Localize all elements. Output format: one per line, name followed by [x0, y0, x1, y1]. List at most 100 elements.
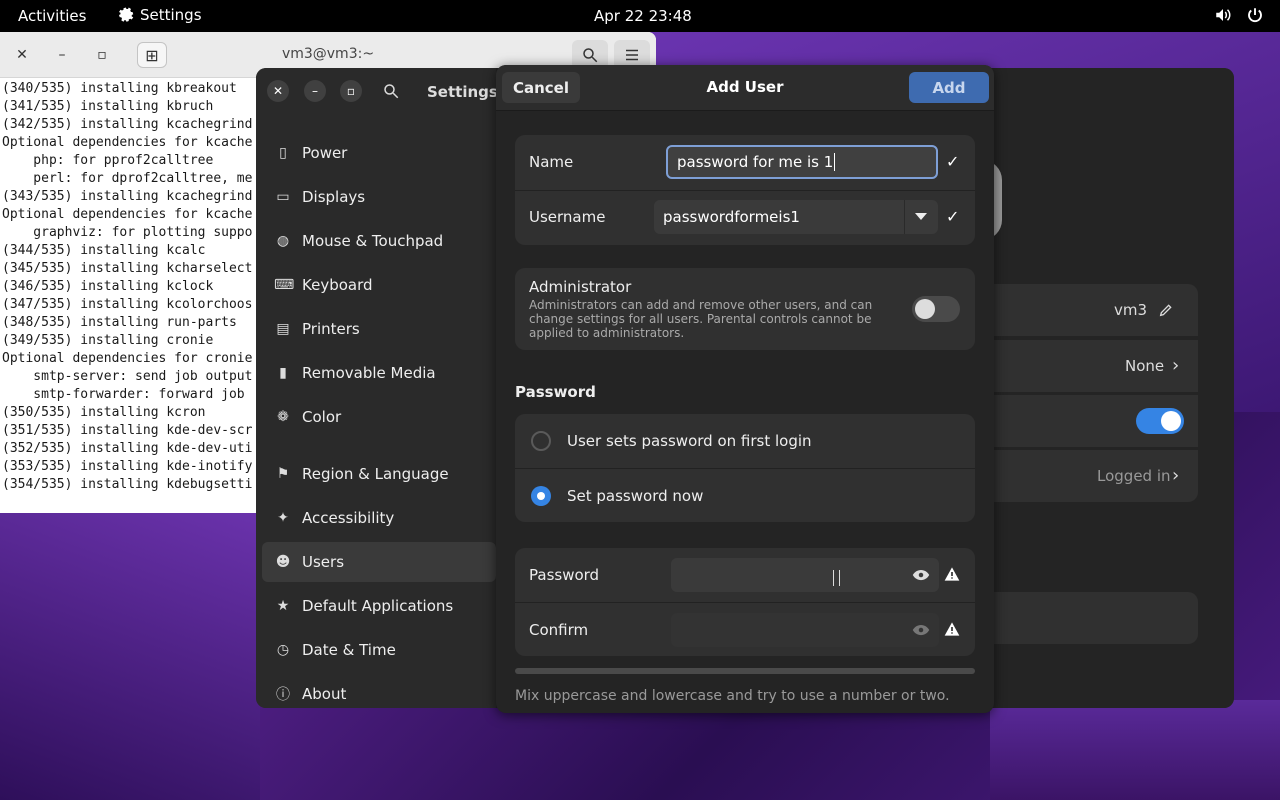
- users-icon: ☻: [275, 554, 291, 570]
- settings-title: Settings: [427, 83, 498, 101]
- administrator-description: Administrators can add and remove other …: [529, 298, 873, 340]
- sidebar-item-label: Power: [302, 144, 348, 162]
- sidebar-item-printers[interactable]: ▤ Printers: [262, 309, 496, 349]
- administrator-title: Administrator: [529, 278, 632, 296]
- password-label: Password: [529, 566, 600, 584]
- activities-button[interactable]: Activities: [18, 7, 86, 25]
- eye-icon[interactable]: [912, 622, 930, 638]
- add-user-dialog[interactable]: Cancel Add User Add Name password for me…: [496, 65, 994, 713]
- accessibility-icon: ✦: [277, 510, 289, 526]
- sidebar-item-about[interactable]: ⓘ About: [262, 674, 496, 708]
- sidebar-item-label: Keyboard: [302, 276, 373, 294]
- option-set-now-label[interactable]: Set password now: [567, 487, 703, 505]
- maximize-icon[interactable]: ▫: [340, 80, 362, 102]
- search-icon[interactable]: [382, 82, 400, 104]
- sidebar-item-label: About: [302, 685, 347, 703]
- sidebar-item-label: Printers: [302, 320, 360, 338]
- warning-icon: [944, 622, 960, 636]
- confirm-label: Confirm: [529, 621, 589, 639]
- divider: [515, 468, 975, 469]
- edit-icon[interactable]: [1158, 302, 1174, 318]
- display-icon: ▭: [276, 189, 290, 205]
- username-row[interactable]: vm3: [990, 284, 1198, 336]
- password-option-card: User sets password on first login Set pa…: [515, 414, 975, 522]
- sidebar-item-region-language[interactable]: ⚑ Region & Language: [262, 454, 496, 494]
- divider: [515, 602, 975, 603]
- power-icon[interactable]: [1246, 6, 1264, 24]
- chevron-down-icon: [915, 213, 927, 220]
- parental-controls-row[interactable]: None ›: [990, 340, 1198, 392]
- dialog-header: Cancel Add User Add: [496, 65, 994, 111]
- media-icon: ▮: [279, 365, 287, 381]
- sidebar-header: ✕ – ▫ Settings: [256, 68, 498, 114]
- password-strength-bar: [515, 668, 975, 674]
- sidebar-item-label: Mouse & Touchpad: [302, 232, 444, 250]
- name-input-value: password for me is 1: [677, 153, 834, 171]
- flag-icon: ⚑: [276, 466, 290, 482]
- chevron-right-icon: ›: [1172, 465, 1180, 486]
- sidebar-item-removable-media[interactable]: ▮ Removable Media: [262, 353, 496, 393]
- sidebar-item-color[interactable]: ❁ Color: [262, 397, 496, 437]
- keyboard-icon: ⌨: [274, 277, 295, 293]
- settings-sidebar: ✕ – ▫ Settings ▯ Power ▭ Displays ◍ Mouse & T…: [256, 68, 498, 708]
- sidebar-item-label: Default Applications: [302, 597, 454, 615]
- chevron-right-icon: ›: [1172, 355, 1180, 376]
- app-name: Settings: [140, 6, 202, 24]
- info-icon: ⓘ: [276, 687, 290, 703]
- clock-icon: ◷: [276, 642, 290, 658]
- radio-set-now[interactable]: [531, 486, 551, 506]
- remove-user-row[interactable]: [990, 592, 1198, 644]
- printer-icon: ▤: [276, 321, 290, 337]
- sidebar-item-label: Accessibility: [302, 509, 395, 527]
- administrator-card: Administrator Administrators can add and…: [515, 268, 975, 350]
- login-status: Logged in: [1097, 467, 1171, 485]
- clock[interactable]: Apr 22 23:48: [594, 7, 692, 25]
- administrator-toggle[interactable]: [912, 296, 960, 322]
- sidebar-item-displays[interactable]: ▭ Displays: [262, 177, 496, 217]
- sidebar-item-users[interactable]: ☻ Users: [262, 542, 496, 582]
- username-dropdown-button[interactable]: [904, 200, 938, 234]
- add-button[interactable]: Add: [909, 72, 989, 103]
- sidebar-item-label: Region & Language: [302, 465, 449, 483]
- sidebar-item-keyboard[interactable]: ⌨ Keyboard: [262, 265, 496, 305]
- eye-icon[interactable]: [912, 567, 930, 583]
- volume-icon[interactable]: [1214, 6, 1232, 24]
- star-icon: ★: [276, 598, 290, 614]
- name-input[interactable]: password for me is 1: [666, 145, 938, 179]
- wallpaper-facet: [0, 510, 260, 800]
- password-section-title: Password: [515, 383, 596, 401]
- text-cursor: [834, 153, 836, 171]
- account-activity-row[interactable]: Logged in ›: [990, 450, 1198, 502]
- checkmark-icon: ✓: [946, 207, 960, 226]
- radio-first-login[interactable]: [531, 431, 551, 451]
- option-first-login-label[interactable]: User sets password on first login: [567, 432, 812, 450]
- sidebar-item-accessibility[interactable]: ✦ Accessibility: [262, 498, 496, 538]
- power-icon: ▯: [279, 145, 287, 161]
- autologin-row[interactable]: [990, 395, 1198, 447]
- confirm-input[interactable]: [671, 613, 939, 647]
- sidebar-item-power[interactable]: ▯ Power: [262, 133, 496, 173]
- wallpaper-facet: [990, 700, 1280, 800]
- gear-icon: [119, 7, 134, 22]
- identity-card: Name password for me is 1 ✓ Username pas…: [515, 135, 975, 245]
- sidebar-item-date-time[interactable]: ◷ Date & Time: [262, 630, 496, 670]
- checkmark-icon: ✓: [946, 152, 960, 171]
- password-input[interactable]: [671, 558, 939, 592]
- warning-icon: [944, 567, 960, 581]
- system-tray[interactable]: [1214, 6, 1264, 24]
- username-input[interactable]: passwordformeis1: [654, 200, 904, 234]
- color-icon: ❁: [277, 409, 289, 425]
- top-bar: Activities Settings Apr 22 23:48: [0, 0, 1280, 32]
- sidebar-item-label: Date & Time: [302, 641, 396, 659]
- password-hint: Mix uppercase and lowercase and try to u…: [515, 688, 950, 704]
- sidebar-item-mouse-touchpad[interactable]: ◍ Mouse & Touchpad: [262, 221, 496, 261]
- app-menu[interactable]: Settings: [116, 6, 202, 24]
- close-icon[interactable]: ✕: [267, 80, 289, 102]
- password-fields-card: Password Confirm: [515, 548, 975, 656]
- sidebar-item-label: Displays: [302, 188, 366, 206]
- username-label: Username: [529, 208, 606, 226]
- minimize-icon[interactable]: –: [304, 80, 326, 102]
- sidebar-item-default-applications[interactable]: ★ Default Applications: [262, 586, 496, 626]
- autologin-toggle[interactable]: [1136, 408, 1184, 434]
- sidebar-item-label: Removable Media: [302, 364, 436, 382]
